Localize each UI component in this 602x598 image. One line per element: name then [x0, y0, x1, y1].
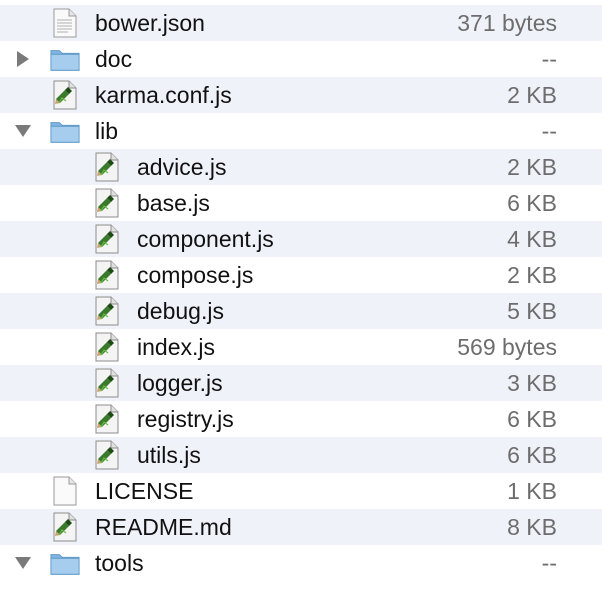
file-size: 3 KB [507, 370, 557, 396]
script-file-icon [92, 260, 122, 290]
file-row[interactable]: index.js 569 bytes [0, 329, 602, 365]
file-size: 6 KB [507, 406, 557, 432]
script-file-icon [92, 440, 122, 470]
disclosure-triangle-expanded-icon[interactable] [12, 120, 34, 142]
folder-icon [50, 548, 80, 578]
file-row[interactable]: component.js 4 KB [0, 221, 602, 257]
file-name: base.js [137, 190, 210, 216]
file-size: 2 KB [507, 82, 557, 108]
file-size: 2 KB [507, 262, 557, 288]
file-name: tools [95, 550, 144, 576]
file-row[interactable]: LICENSE 1 KB [0, 473, 602, 509]
file-size: -- [541, 46, 557, 72]
file-row[interactable]: karma.conf.js 2 KB [0, 77, 602, 113]
file-row[interactable]: README.md 8 KB [0, 509, 602, 545]
file-name: compose.js [137, 262, 254, 288]
script-file-icon [92, 152, 122, 182]
file-size: 5 KB [507, 298, 557, 324]
disclosure-triangle-collapsed-icon[interactable] [12, 48, 34, 70]
file-row[interactable]: logger.js 3 KB [0, 365, 602, 401]
file-size: -- [541, 118, 557, 144]
script-file-icon [92, 188, 122, 218]
file-name: karma.conf.js [95, 82, 232, 108]
folder-icon [50, 44, 80, 74]
folder-row[interactable]: lib -- [0, 113, 602, 149]
file-size: 6 KB [507, 190, 557, 216]
file-name: lib [95, 118, 119, 144]
script-file-icon [50, 80, 80, 110]
file-name: debug.js [137, 298, 224, 324]
folder-row[interactable]: tools -- [0, 545, 602, 581]
script-file-icon [92, 296, 122, 326]
file-name: doc [95, 46, 133, 72]
script-file-icon [50, 512, 80, 542]
folder-row[interactable]: doc -- [0, 41, 602, 77]
file-size: 1 KB [507, 478, 557, 504]
file-list: bower.json 371 bytes doc -- karma.conf.js 2 K… [0, 0, 602, 598]
file-name: logger.js [137, 370, 223, 396]
script-file-icon [92, 404, 122, 434]
file-name: README.md [95, 514, 232, 540]
disclosure-triangle-expanded-icon[interactable] [12, 552, 34, 574]
file-row[interactable]: debug.js 5 KB [0, 293, 602, 329]
file-name: LICENSE [95, 478, 194, 504]
file-size: 8 KB [507, 514, 557, 540]
file-row[interactable]: registry.js 6 KB [0, 401, 602, 437]
file-name: bower.json [95, 10, 205, 36]
file-row[interactable]: advice.js 2 KB [0, 149, 602, 185]
file-row[interactable]: compose.js 2 KB [0, 257, 602, 293]
text-file-icon [50, 8, 80, 38]
file-row[interactable]: utils.js 6 KB [0, 437, 602, 473]
file-size: 2 KB [507, 154, 557, 180]
script-file-icon [92, 332, 122, 362]
blank-file-icon [50, 476, 80, 506]
file-name: utils.js [137, 442, 201, 468]
folder-icon [50, 116, 80, 146]
file-size: 569 bytes [457, 334, 557, 360]
file-name: advice.js [137, 154, 227, 180]
file-name: index.js [137, 334, 215, 360]
script-file-icon [92, 368, 122, 398]
file-size: 4 KB [507, 226, 557, 252]
script-file-icon [92, 224, 122, 254]
file-size: 6 KB [507, 442, 557, 468]
file-name: component.js [137, 226, 274, 252]
file-name: registry.js [137, 406, 234, 432]
file-row[interactable]: bower.json 371 bytes [0, 5, 602, 41]
file-size: 371 bytes [457, 10, 557, 36]
file-size: -- [541, 550, 557, 576]
file-row[interactable]: base.js 6 KB [0, 185, 602, 221]
